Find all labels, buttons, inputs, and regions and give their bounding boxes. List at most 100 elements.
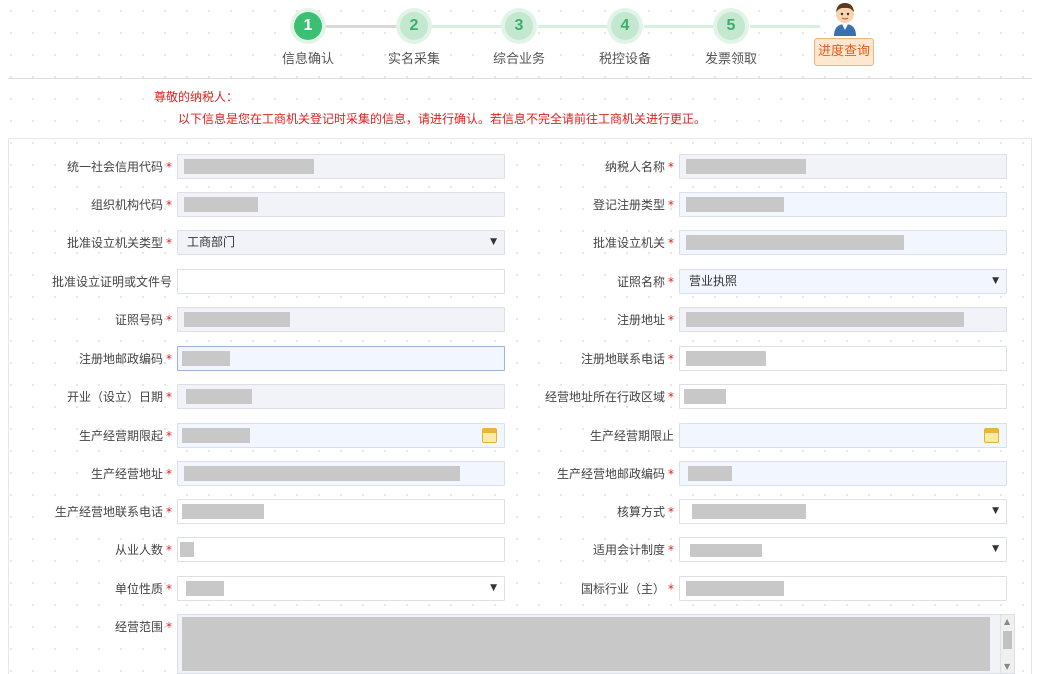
employees-input[interactable] (177, 537, 505, 562)
redacted-value (186, 389, 252, 404)
label-business-address: 生产经营地址 * (90, 467, 172, 481)
label-opening-date: 开业（设立）日期 * (66, 390, 172, 404)
step-label: 税控设备 (598, 52, 651, 67)
step-invoice[interactable]: 5 发票领取 (681, 8, 781, 67)
label-accounting-system: 适用会计制度 * (592, 543, 674, 557)
redacted-value (686, 312, 964, 327)
business-address-input[interactable] (177, 461, 505, 486)
label-approval-doc-no: 批准设立证明或文件号 (51, 275, 172, 289)
redacted-value (180, 542, 194, 557)
accounting-method-select[interactable]: ▼ (679, 499, 1007, 524)
redacted-value (184, 197, 258, 212)
approval-authority-type-select[interactable]: 工商部门 ▼ (177, 230, 505, 255)
progress-stepper: 1 信息确认 2 实名采集 3 综合业务 4 税控设备 5 发票领取 进度查询 (0, 0, 1040, 78)
step-number: 5 (717, 12, 745, 40)
redacted-value (686, 581, 784, 596)
notice-greeting: 尊敬的纳税人： (154, 90, 239, 104)
scrollbar[interactable]: ▲ ▼ (1000, 615, 1014, 673)
registration-type-field[interactable] (679, 192, 1007, 217)
label-unified-credit-code: 统一社会信用代码 * (66, 160, 172, 174)
step-label: 发票领取 (704, 52, 757, 67)
label-approval-authority: 批准设立机关 * (592, 236, 674, 250)
redacted-value (686, 197, 784, 212)
label-registered-phone: 注册地联系电话 * (580, 352, 674, 366)
progress-query[interactable]: 进度查询 (814, 0, 876, 68)
redacted-value (690, 544, 762, 557)
step-info-confirm[interactable]: 1 信息确认 (258, 8, 358, 67)
redacted-value (182, 351, 230, 366)
business-scope-textarea[interactable]: ▲ ▼ (177, 614, 1015, 674)
approval-doc-no-input[interactable] (177, 269, 505, 294)
label-approval-authority-type: 批准设立机关类型 * (66, 236, 172, 250)
step-number: 1 (294, 12, 322, 40)
dropdown-arrow-icon: ▼ (490, 583, 497, 593)
calendar-icon[interactable] (482, 428, 497, 443)
accounting-system-select[interactable]: ▼ (679, 537, 1007, 562)
unified-credit-code-field[interactable] (177, 154, 505, 179)
label-certificate-name: 证照名称 * (616, 275, 674, 289)
registered-postcode-input[interactable] (177, 346, 505, 371)
label-accounting-method: 核算方式 * (616, 505, 674, 519)
calendar-icon[interactable] (984, 428, 999, 443)
assistant-avatar-icon (830, 0, 860, 36)
period-end-date-input[interactable] (679, 423, 1007, 448)
label-industry: 国标行业（主） * (580, 582, 674, 596)
registered-phone-input[interactable] (679, 346, 1007, 371)
dropdown-arrow-icon: ▼ (992, 544, 999, 554)
approval-authority-field[interactable] (679, 230, 1007, 255)
step-tax-device[interactable]: 4 税控设备 (575, 8, 675, 67)
step-real-name[interactable]: 2 实名采集 (364, 8, 464, 67)
redacted-value (686, 351, 766, 366)
redacted-value (184, 312, 290, 327)
business-region-input[interactable] (679, 384, 1007, 409)
step-number: 2 (400, 12, 428, 40)
entity-nature-select[interactable]: ▼ (177, 576, 505, 601)
redacted-value (688, 466, 732, 481)
certificate-name-select[interactable]: 营业执照 ▼ (679, 269, 1007, 294)
redacted-value (184, 159, 314, 174)
label-employees: 从业人数 * (114, 543, 172, 557)
redacted-value (182, 504, 264, 519)
dropdown-arrow-icon: ▼ (992, 276, 999, 286)
redacted-value (686, 159, 806, 174)
label-org-code: 组织机构代码 * (90, 198, 172, 212)
scroll-thumb[interactable] (1003, 631, 1012, 649)
scroll-up-icon[interactable]: ▲ (1004, 617, 1010, 626)
label-taxpayer-name: 纳税人名称 * (604, 160, 674, 174)
taxpayer-name-field[interactable] (679, 154, 1007, 179)
label-registration-type: 登记注册类型 * (592, 198, 674, 212)
dropdown-arrow-icon: ▼ (490, 237, 497, 247)
dropdown-arrow-icon: ▼ (992, 506, 999, 516)
label-registered-postcode: 注册地邮政编码 * (78, 352, 172, 366)
redacted-value (186, 581, 224, 596)
label-business-phone: 生产经营地联系电话 * (54, 505, 172, 519)
business-phone-input[interactable] (177, 499, 505, 524)
opening-date-field[interactable] (177, 384, 505, 409)
redacted-value (686, 235, 904, 250)
label-business-postcode: 生产经营地邮政编码 * (556, 467, 674, 481)
label-entity-nature: 单位性质 * (114, 582, 172, 596)
industry-input[interactable] (679, 576, 1007, 601)
label-period-start: 生产经营期限起 * (78, 429, 172, 443)
divider (8, 78, 1032, 79)
business-postcode-input[interactable] (679, 461, 1007, 486)
label-business-scope: 经营范围 * (114, 620, 172, 634)
period-start-date-input[interactable] (177, 423, 505, 448)
label-business-region: 经营地址所在行政区域 * (544, 390, 674, 404)
label-registered-address: 注册地址 * (616, 313, 674, 327)
label-certificate-no: 证照号码 * (114, 313, 172, 327)
scroll-down-icon[interactable]: ▼ (1004, 662, 1010, 671)
org-code-field[interactable] (177, 192, 505, 217)
step-number: 3 (505, 12, 533, 40)
progress-query-button[interactable]: 进度查询 (814, 38, 874, 66)
redacted-value (182, 428, 250, 443)
redacted-value (184, 466, 460, 481)
step-label: 信息确认 (281, 52, 334, 67)
registered-address-field[interactable] (679, 307, 1007, 332)
certificate-no-field[interactable] (177, 307, 505, 332)
step-general-business[interactable]: 3 综合业务 (469, 8, 569, 67)
step-label: 综合业务 (492, 52, 545, 67)
notice: 尊敬的纳税人： 以下信息是您在工商机关登记时采集的信息，请进行确认。若信息不完全… (154, 88, 706, 126)
step-number: 4 (611, 12, 639, 40)
label-period-end: 生产经营期限止 (589, 429, 674, 443)
